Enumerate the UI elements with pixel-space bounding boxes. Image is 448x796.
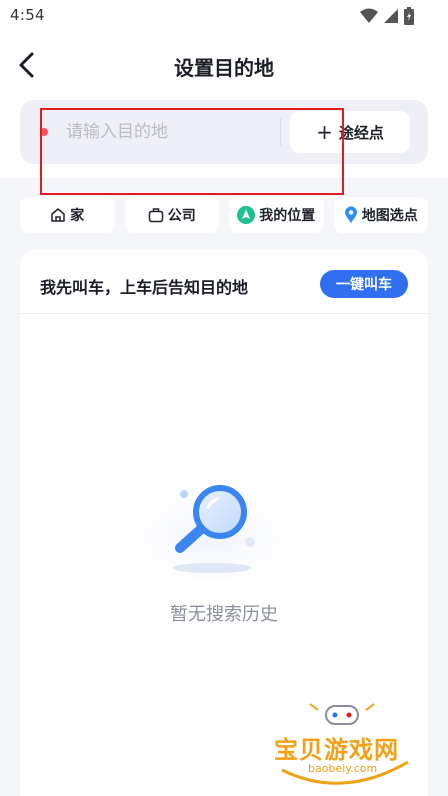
watermark-text: 宝贝游戏网 (274, 736, 399, 764)
chip-label: 家 (70, 208, 85, 224)
search-section: + 途经点 (0, 100, 448, 178)
status-time: 4:54 (10, 6, 45, 24)
status-icons (360, 7, 414, 29)
chip-label: 地图选点 (361, 208, 418, 224)
quick-destination-chips: 家 公司 我的位置 地图选点 (20, 197, 428, 233)
destination-input[interactable] (66, 116, 276, 148)
watermark-url: baobeiy.com (308, 762, 378, 775)
location-arrow-icon (237, 206, 256, 224)
chip-company[interactable]: 公司 (124, 197, 219, 233)
search-divider (280, 118, 281, 146)
card-header: 我先叫车，上车后告知目的地 一键叫车 (20, 250, 428, 314)
status-bar: 4:54 (0, 0, 448, 32)
watermark-logo: 宝贝游戏网 baobeiy.com (268, 700, 418, 792)
one-tap-call-button[interactable]: 一键叫车 (320, 270, 408, 298)
wifi-icon (360, 8, 378, 28)
chip-my-location[interactable]: 我的位置 (229, 197, 324, 233)
destination-dot-icon (40, 128, 48, 136)
chip-label: 公司 (167, 208, 196, 224)
chip-label: 我的位置 (259, 208, 316, 224)
header: 设置目的地 (0, 32, 448, 100)
add-waypoint-button[interactable]: + 途经点 (290, 111, 410, 153)
map-pin-icon (344, 206, 358, 224)
battery-icon (404, 7, 414, 29)
plus-icon: + (316, 120, 333, 144)
call-first-prompt: 我先叫车，上车后告知目的地 (40, 278, 249, 297)
signal-icon (383, 8, 399, 28)
waypoint-label: 途经点 (338, 123, 384, 142)
briefcase-icon (148, 207, 164, 223)
home-icon (50, 207, 66, 223)
chip-home[interactable]: 家 (20, 197, 115, 233)
empty-history-text: 暂无搜索历史 (170, 604, 278, 625)
destination-search-box: + 途经点 (20, 100, 428, 164)
page-title: 设置目的地 (174, 56, 274, 80)
empty-search-illustration (120, 472, 304, 582)
chip-pick-on-map[interactable]: 地图选点 (333, 197, 428, 233)
